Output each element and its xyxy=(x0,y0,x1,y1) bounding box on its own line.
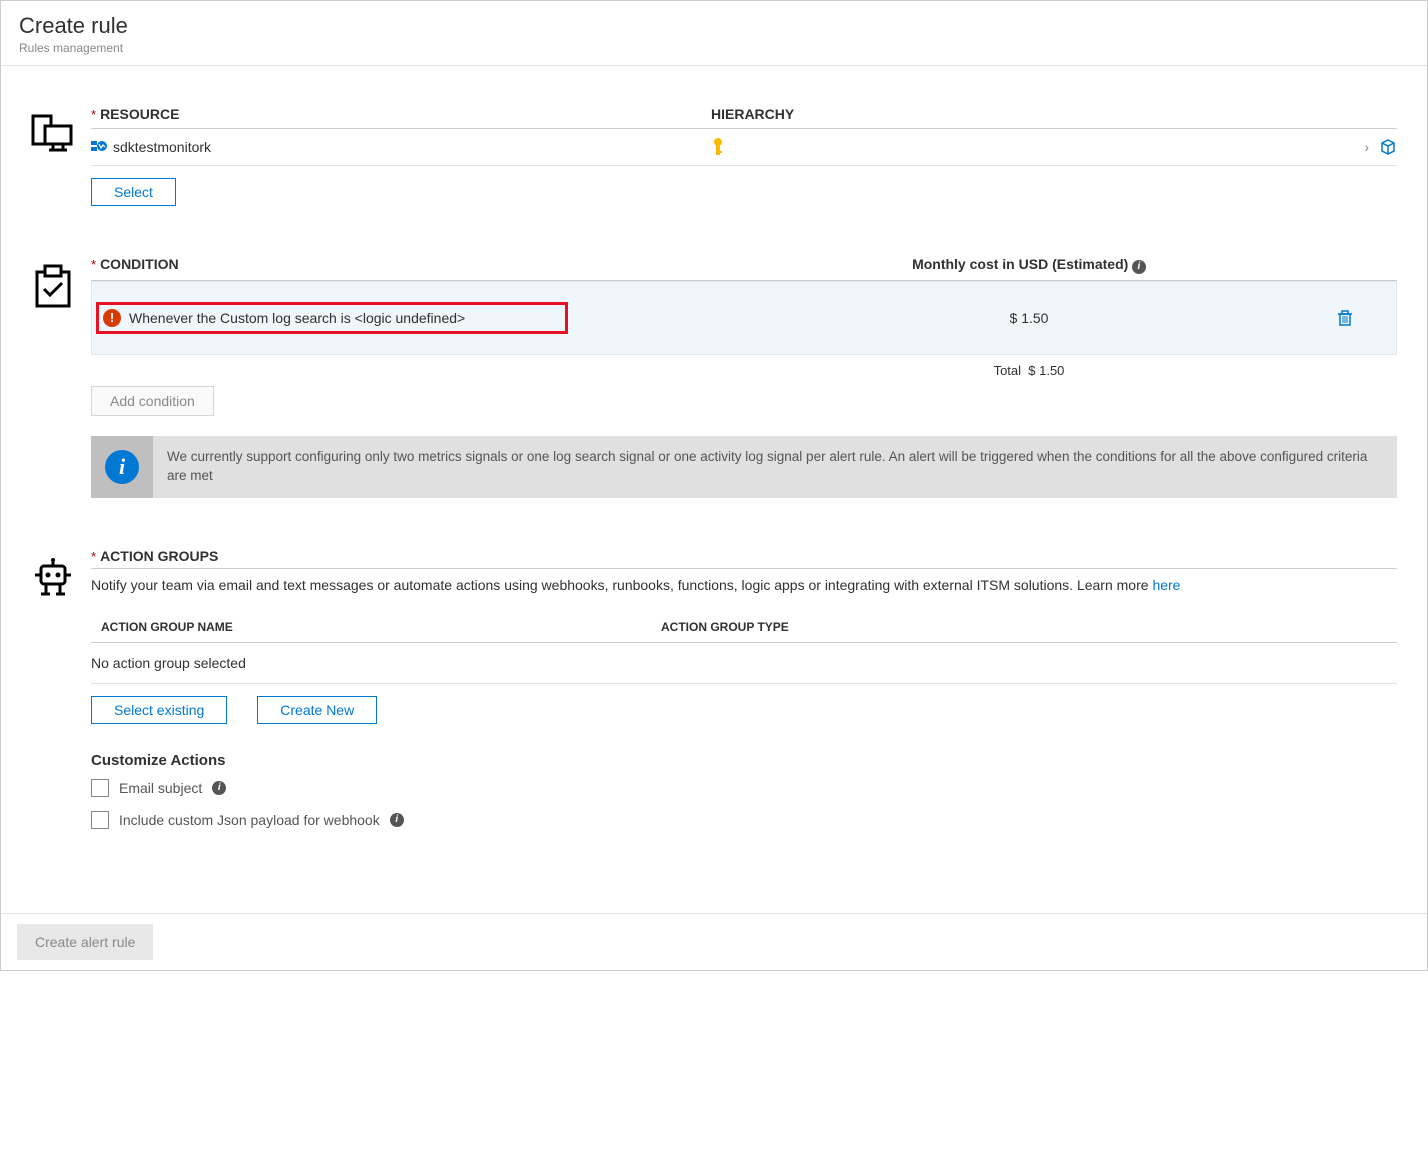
col-action-group-name: ACTION GROUP NAME xyxy=(91,620,661,634)
robot-icon xyxy=(31,548,91,843)
alert-icon: ! xyxy=(103,309,121,327)
learn-more-link[interactable]: here xyxy=(1152,577,1180,593)
key-icon xyxy=(711,137,725,157)
resource-name: sdktestmonitork xyxy=(113,139,211,155)
condition-text: Whenever the Custom log search is <logic… xyxy=(129,310,465,326)
cost-label: Monthly cost in USD (Estimated) xyxy=(912,256,1128,272)
page-subtitle: Rules management xyxy=(19,41,1409,55)
resource-row[interactable]: sdktestmonitork › xyxy=(91,129,1397,166)
hierarchy-label: HIERARCHY xyxy=(711,106,794,122)
highlighted-condition: ! Whenever the Custom log search is <log… xyxy=(96,302,568,334)
create-alert-rule-button[interactable]: Create alert rule xyxy=(17,924,153,960)
add-condition-button: Add condition xyxy=(91,386,214,416)
include-json-checkbox[interactable] xyxy=(91,811,109,829)
total-value: $ 1.50 xyxy=(1028,363,1064,378)
action-group-empty: No action group selected xyxy=(91,643,1397,684)
action-groups-label: ACTION GROUPS xyxy=(100,548,218,564)
info-icon[interactable]: i xyxy=(390,813,404,827)
select-existing-button[interactable]: Select existing xyxy=(91,696,227,724)
info-circle-icon: i xyxy=(105,450,139,484)
action-groups-desc: Notify your team via email and text mess… xyxy=(91,575,1397,596)
info-text: We currently support configuring only tw… xyxy=(153,438,1397,496)
col-action-group-type: ACTION GROUP TYPE xyxy=(661,620,789,634)
email-subject-checkbox[interactable] xyxy=(91,779,109,797)
resource-type-icon xyxy=(91,139,107,155)
chevron-right-icon: › xyxy=(1364,139,1369,155)
monitor-device-icon xyxy=(31,106,91,206)
total-label: Total xyxy=(994,363,1021,378)
condition-section: *CONDITION Monthly cost in USD (Estimate… xyxy=(31,256,1417,498)
page-header: Create rule Rules management xyxy=(1,1,1427,66)
include-json-label: Include custom Json payload for webhook xyxy=(119,812,380,828)
select-resource-button[interactable]: Select xyxy=(91,178,176,206)
customize-actions-title: Customize Actions xyxy=(91,752,1397,769)
action-groups-section: *ACTION GROUPS Notify your team via emai… xyxy=(31,548,1417,843)
cube-icon xyxy=(1379,138,1397,156)
condition-label: CONDITION xyxy=(100,256,179,272)
clipboard-check-icon xyxy=(31,256,91,498)
delete-icon[interactable] xyxy=(1338,292,1388,343)
email-subject-label: Email subject xyxy=(119,780,202,796)
info-box: i We currently support configuring only … xyxy=(91,436,1397,498)
condition-cost: $ 1.50 xyxy=(720,310,1338,326)
resource-label: RESOURCE xyxy=(100,106,179,122)
create-new-button[interactable]: Create New xyxy=(257,696,377,724)
page-footer: Create alert rule xyxy=(1,913,1427,970)
condition-row[interactable]: ! Whenever the Custom log search is <log… xyxy=(91,281,1397,355)
info-icon[interactable]: i xyxy=(212,781,226,795)
info-icon[interactable]: i xyxy=(1132,260,1146,274)
resource-section: *RESOURCE HIERARCHY sdktestmonitork › xyxy=(31,106,1417,206)
page-title: Create rule xyxy=(19,13,1409,39)
